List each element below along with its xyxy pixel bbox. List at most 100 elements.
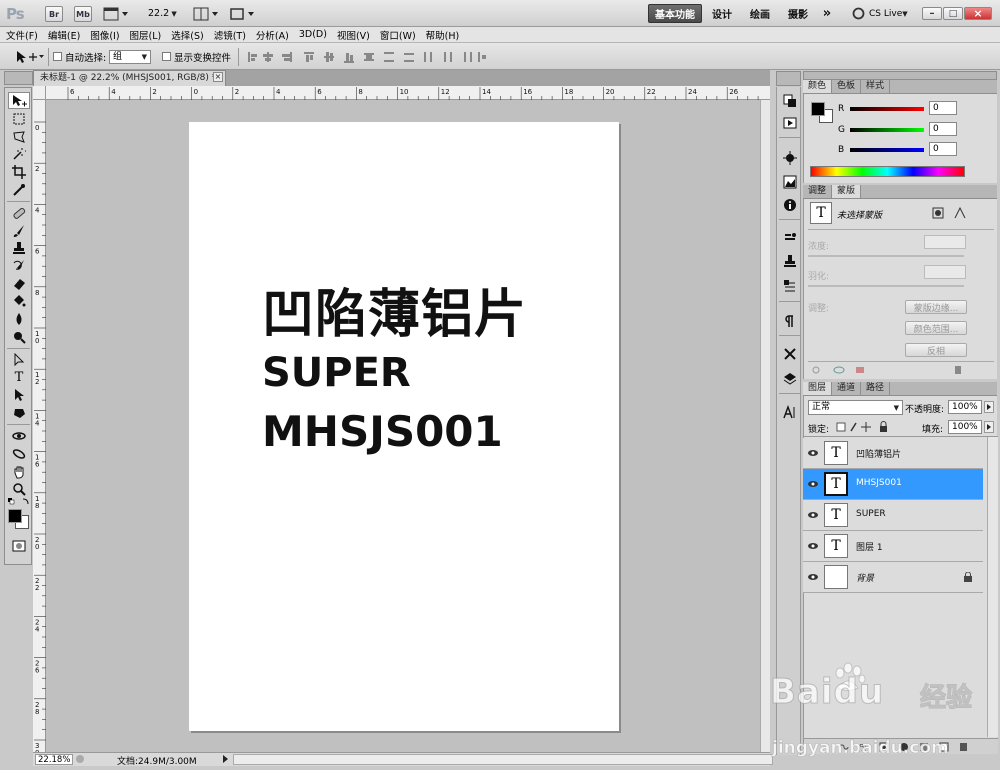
ruler-origin[interactable]: [33, 86, 46, 100]
blue-slider[interactable]: [850, 148, 924, 152]
close-button[interactable]: ×: [964, 7, 992, 20]
menu-layer[interactable]: 图层(L): [130, 28, 162, 42]
marquee-tool[interactable]: [8, 110, 30, 127]
menu-window[interactable]: 窗口(W): [380, 28, 416, 42]
mask-thumbnail[interactable]: T: [810, 202, 832, 224]
menu-3d[interactable]: 3D(D): [299, 29, 327, 40]
foreground-color-swatch[interactable]: [8, 509, 22, 523]
color-panel-foreground-swatch[interactable]: [811, 102, 825, 116]
close-document-icon[interactable]: ×: [213, 72, 223, 82]
shape-tool[interactable]: [8, 404, 30, 421]
layer-comps-panel-button[interactable]: [780, 370, 799, 387]
brush-tool[interactable]: [8, 222, 30, 239]
styles-panel-button[interactable]: [780, 345, 799, 362]
feather-slider[interactable]: [808, 285, 964, 287]
horizontal-scrollbar[interactable]: [233, 754, 773, 765]
lock-options[interactable]: [836, 421, 896, 433]
tab-channels[interactable]: 通道: [832, 382, 862, 395]
tab-adjustments[interactable]: 调整: [803, 185, 833, 198]
tool-preset-picker[interactable]: [14, 49, 44, 65]
status-preview-icon[interactable]: [75, 754, 85, 764]
opacity-input[interactable]: 100%: [948, 400, 982, 414]
clone-stamp-tool[interactable]: [8, 239, 30, 256]
character-panel-button[interactable]: [780, 403, 799, 420]
red-value-input[interactable]: 0: [929, 101, 957, 115]
tab-color[interactable]: 颜色: [803, 80, 833, 93]
dock-header[interactable]: [776, 71, 801, 86]
visibility-eye-icon[interactable]: [807, 571, 819, 583]
menu-filter[interactable]: 滤镜(T): [214, 28, 246, 42]
maximize-button[interactable]: □: [943, 7, 963, 20]
tab-swatches[interactable]: 色板: [832, 80, 862, 93]
density-slider[interactable]: [808, 255, 964, 257]
actions-panel-button[interactable]: [780, 114, 799, 131]
blur-tool[interactable]: [8, 310, 30, 327]
dodge-tool[interactable]: [8, 328, 30, 345]
green-value-input[interactable]: 0: [929, 122, 957, 136]
red-slider[interactable]: [850, 107, 924, 111]
visibility-eye-icon[interactable]: [807, 540, 819, 552]
show-transform-controls-checkbox[interactable]: [162, 52, 171, 61]
menu-help[interactable]: 帮助(H): [426, 28, 460, 42]
layer-row-layer-1[interactable]: T 图层 1: [803, 531, 983, 562]
3d-rotate-tool[interactable]: [8, 427, 30, 444]
screen-mode-dropdown[interactable]: [229, 7, 255, 21]
tab-styles[interactable]: 样式: [861, 80, 891, 93]
menu-analysis[interactable]: 分析(A): [256, 28, 289, 42]
horizontal-ruler[interactable]: 6 4 2 0 2 4 6 8 10 12 14 16 18 20 22 24 26: [46, 86, 770, 100]
vertical-scrollbar[interactable]: [760, 100, 770, 752]
histogram-panel-button[interactable]: [780, 173, 799, 190]
text-layer-super[interactable]: SUPER: [262, 350, 411, 396]
status-zoom-field[interactable]: 22.18%: [35, 754, 73, 765]
quick-selection-tool[interactable]: [8, 145, 30, 162]
navigator-panel-button[interactable]: [780, 149, 799, 166]
paragraph-panel-button[interactable]: [780, 312, 799, 329]
clone-source-panel-button[interactable]: [780, 252, 799, 269]
visibility-eye-icon[interactable]: [807, 447, 819, 459]
visibility-eye-icon[interactable]: [807, 509, 819, 521]
document-tab[interactable]: 未标题-1 @ 22.2% (MHSJS001, RGB/8) * ×: [33, 70, 226, 86]
blue-value-input[interactable]: 0: [929, 142, 957, 156]
healing-brush-tool[interactable]: [8, 204, 30, 221]
cs-live-button[interactable]: CS Live ▼: [852, 7, 908, 20]
mini-bridge-button[interactable]: Mb: [74, 6, 92, 22]
document-canvas[interactable]: 凹陷薄铝片 SUPER MHSJS001: [189, 122, 619, 731]
type-tool[interactable]: T: [8, 369, 30, 386]
hand-tool[interactable]: [8, 463, 30, 480]
vector-mask-button[interactable]: [954, 207, 966, 219]
tool-presets-panel-button[interactable]: [780, 277, 799, 294]
blend-mode-select[interactable]: 正常 ▼: [808, 400, 903, 415]
vertical-ruler[interactable]: 024681012141618202224262830: [33, 100, 46, 752]
workspace-photography-button[interactable]: 摄影: [783, 4, 813, 23]
fill-arrow-button[interactable]: [984, 421, 994, 433]
invert-button[interactable]: 反相: [905, 343, 967, 357]
menu-select[interactable]: 选择(S): [171, 28, 203, 42]
mask-edge-button[interactable]: 蒙版边缘...: [905, 300, 967, 314]
pen-tool[interactable]: [8, 351, 30, 368]
workspace-design-button[interactable]: 设计: [707, 4, 737, 23]
layer-row-chinese-title[interactable]: T 凹陷薄铝片: [803, 438, 983, 469]
eyedropper-tool[interactable]: [8, 181, 30, 198]
tab-masks[interactable]: 蒙版: [832, 185, 862, 198]
toolbox-header[interactable]: [4, 71, 33, 85]
fill-input[interactable]: 100%: [948, 420, 982, 434]
green-slider[interactable]: [850, 128, 924, 132]
menu-view[interactable]: 视图(V): [337, 28, 370, 42]
zoom-level-dropdown[interactable]: 22.2 ▼: [148, 8, 177, 19]
workspace-painting-button[interactable]: 绘画: [745, 4, 775, 23]
menu-file[interactable]: 文件(F): [6, 28, 38, 42]
brush-presets-panel-button[interactable]: [780, 229, 799, 246]
opacity-arrow-button[interactable]: [984, 401, 994, 413]
history-panel-button[interactable]: [780, 92, 799, 109]
menu-edit[interactable]: 编辑(E): [48, 28, 80, 42]
layer-row-background[interactable]: 背景: [803, 562, 983, 593]
color-range-button[interactable]: 颜色范围...: [905, 321, 967, 335]
quick-mask-button[interactable]: [8, 537, 30, 554]
3d-orbit-tool[interactable]: [8, 445, 30, 462]
feather-input[interactable]: [924, 265, 966, 279]
scroll-up-icon[interactable]: [762, 102, 769, 109]
paint-bucket-tool[interactable]: [8, 292, 30, 309]
status-menu-arrow[interactable]: [221, 754, 229, 764]
crop-tool[interactable]: [8, 163, 30, 180]
tab-layers[interactable]: 图层: [803, 382, 833, 395]
